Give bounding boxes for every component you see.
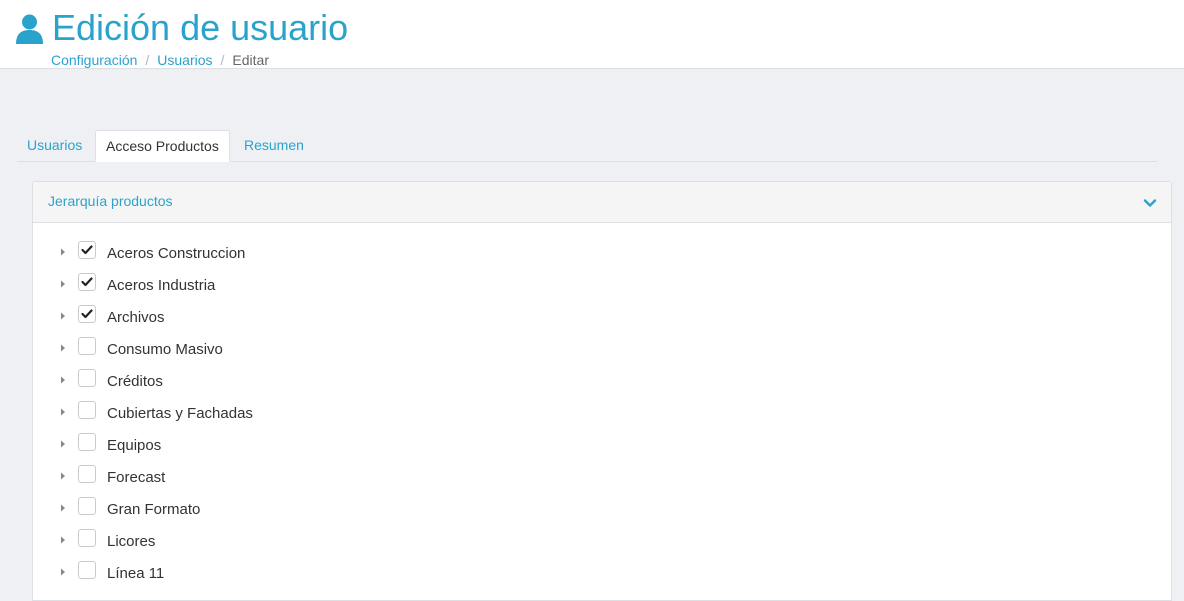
tree-item-checkbox[interactable] <box>78 305 96 323</box>
breadcrumb-current: Editar <box>232 52 269 68</box>
expand-caret-icon[interactable] <box>59 375 67 385</box>
tree-item-label: Forecast <box>107 469 166 486</box>
tree-item: Licores <box>33 529 1171 553</box>
tree-item-checkbox[interactable] <box>78 241 96 259</box>
tree-item: Forecast <box>33 465 1171 489</box>
expand-caret-icon[interactable] <box>59 439 67 449</box>
tree-item-label: Aceros Construccion <box>107 245 246 262</box>
panel-heading[interactable]: Jerarquía productos <box>33 182 1171 223</box>
breadcrumb-separator: / <box>220 52 225 68</box>
tree-item-checkbox[interactable] <box>78 337 96 355</box>
checkmark-icon <box>81 277 93 287</box>
tree-item-checkbox[interactable] <box>78 497 96 515</box>
tree-item-checkbox[interactable] <box>78 529 96 547</box>
tree-item-label: Licores <box>107 533 156 550</box>
tree-item: Aceros Industria <box>33 273 1171 297</box>
expand-caret-icon[interactable] <box>59 247 67 257</box>
tree-item-label: Cubiertas y Fachadas <box>107 405 253 422</box>
expand-caret-icon[interactable] <box>59 407 67 417</box>
tab-resumen[interactable]: Resumen <box>234 130 314 162</box>
expand-caret-icon[interactable] <box>59 503 67 513</box>
chevron-down-icon[interactable] <box>1143 196 1157 210</box>
tree-item: Gran Formato <box>33 497 1171 521</box>
tree-item: Aceros Construccion <box>33 241 1171 265</box>
tree-item-checkbox[interactable] <box>78 433 96 451</box>
breadcrumb: Configuración / Usuarios / Editar <box>51 51 269 69</box>
tree-item: Consumo Masivo <box>33 337 1171 361</box>
tree-item-label: Línea 11 <box>107 565 165 582</box>
panel-title: Jerarquía productos <box>48 193 173 209</box>
page-title: Edición de usuario <box>52 7 349 48</box>
tree-item-checkbox[interactable] <box>78 369 96 387</box>
tree-item: Cubiertas y Fachadas <box>33 401 1171 425</box>
checkmark-icon <box>81 245 93 255</box>
tree-item: Línea 11 <box>33 561 1171 585</box>
tab-acceso-productos[interactable]: Acceso Productos <box>95 130 230 162</box>
tree-item-label: Créditos <box>107 373 163 390</box>
checkmark-icon <box>81 309 93 319</box>
tree-item-checkbox[interactable] <box>78 465 96 483</box>
expand-caret-icon[interactable] <box>59 471 67 481</box>
tree-item-label: Equipos <box>107 437 162 454</box>
expand-caret-icon[interactable] <box>59 279 67 289</box>
expand-caret-icon[interactable] <box>59 535 67 545</box>
tree-item-checkbox[interactable] <box>78 561 96 579</box>
product-hierarchy-panel: Jerarquía productos Aceros Construccion A… <box>32 181 1172 601</box>
tab-usuarios[interactable]: Usuarios <box>17 130 92 162</box>
breadcrumb-separator: / <box>145 52 150 68</box>
user-icon <box>16 14 43 44</box>
tree-item-label: Consumo Masivo <box>107 341 223 358</box>
tree-item-checkbox[interactable] <box>78 401 96 419</box>
tree-item-label: Archivos <box>107 309 165 326</box>
breadcrumb-usuarios[interactable]: Usuarios <box>157 52 212 68</box>
expand-caret-icon[interactable] <box>59 567 67 577</box>
tree-item: Equipos <box>33 433 1171 457</box>
tab-bar: Usuarios Acceso Productos Resumen <box>17 130 1157 162</box>
expand-caret-icon[interactable] <box>59 311 67 321</box>
tree-item: Créditos <box>33 369 1171 393</box>
tree-item: Archivos <box>33 305 1171 329</box>
expand-caret-icon[interactable] <box>59 343 67 353</box>
tree-item-checkbox[interactable] <box>78 273 96 291</box>
breadcrumb-configuracion[interactable]: Configuración <box>51 52 137 68</box>
tree-item-label: Aceros Industria <box>107 277 216 294</box>
tree-item-label: Gran Formato <box>107 501 201 518</box>
page-header: Edición de usuario Configuración / Usuario… <box>0 0 1184 69</box>
